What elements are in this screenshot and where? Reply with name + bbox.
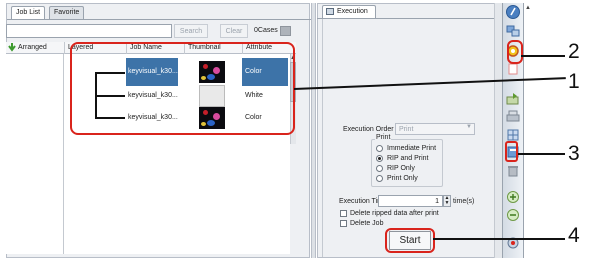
layout-icon[interactable] [505, 128, 521, 142]
radio-rip-only[interactable] [376, 165, 383, 172]
execution-times-unit: time(s) [453, 198, 475, 205]
execution-times-field[interactable]: 1 [378, 195, 443, 207]
radio-label: Immediate Print [387, 145, 437, 152]
callout-number: 1 [568, 70, 580, 93]
right-scrollbar[interactable] [494, 3, 502, 258]
arranged-pane [6, 54, 64, 254]
blank-icon[interactable] [505, 62, 521, 76]
radio-print-only[interactable] [376, 175, 383, 182]
callout-number: 2 [568, 40, 580, 63]
chevron-down-icon: ▼ [466, 124, 472, 130]
zoom-out-icon[interactable] [505, 208, 521, 222]
callout-highlight [507, 40, 523, 64]
radio-rip-and-print[interactable] [376, 155, 383, 162]
column-arranged[interactable]: Arranged [6, 42, 64, 54]
checkbox-label: Delete Job [350, 220, 384, 227]
tab-execution-label: Execution [337, 8, 368, 15]
scroll-up-icon[interactable]: ▲ [525, 3, 531, 13]
column-arranged-label: Arranged [18, 44, 47, 51]
print-group-label: Print [375, 134, 392, 141]
tab-favorite[interactable]: Favorite [49, 6, 85, 19]
view-toggle-button[interactable] [280, 26, 291, 36]
printer-icon[interactable] [505, 110, 521, 124]
export-icon[interactable] [505, 92, 521, 106]
clear-button[interactable]: Clear [220, 24, 248, 38]
callout-line [433, 238, 565, 240]
callout-line [518, 153, 565, 155]
radio-label: RIP Only [387, 165, 415, 172]
execution-content [322, 19, 502, 257]
delete-ripped-data-checkbox[interactable] [340, 210, 347, 217]
job-assistant-icon[interactable] [505, 24, 521, 38]
execution-times-stepper[interactable]: ▲ ▼ [443, 195, 451, 207]
callout-highlight [505, 141, 518, 162]
panel-splitter[interactable] [311, 3, 316, 258]
delete-icon[interactable] [505, 164, 521, 178]
callout-highlight [385, 228, 435, 253]
radio-label: RIP and Print [387, 155, 429, 162]
radio-label: Print Only [387, 175, 418, 182]
tab-job-list[interactable]: Job List [11, 6, 46, 19]
callout-line [521, 55, 565, 57]
printer-icon [326, 8, 334, 15]
zoom-in-icon[interactable] [505, 190, 521, 204]
arrow-down-icon [8, 43, 16, 52]
cases-count: 0Cases [254, 27, 278, 34]
delete-job-checkbox[interactable] [340, 220, 347, 227]
execution-order-select[interactable]: Print [395, 123, 475, 135]
search-button[interactable]: Search [174, 24, 208, 38]
help-icon[interactable] [505, 5, 521, 19]
search-input[interactable] [6, 24, 172, 38]
callout-highlight [70, 42, 295, 135]
callout-number: 3 [568, 142, 580, 165]
radio-immediate-print[interactable] [376, 145, 383, 152]
tab-divider [7, 19, 311, 20]
checkbox-label: Delete ripped data after print [350, 210, 439, 217]
execution-order-label: Execution Order [343, 126, 394, 133]
callout-number: 4 [568, 224, 580, 247]
